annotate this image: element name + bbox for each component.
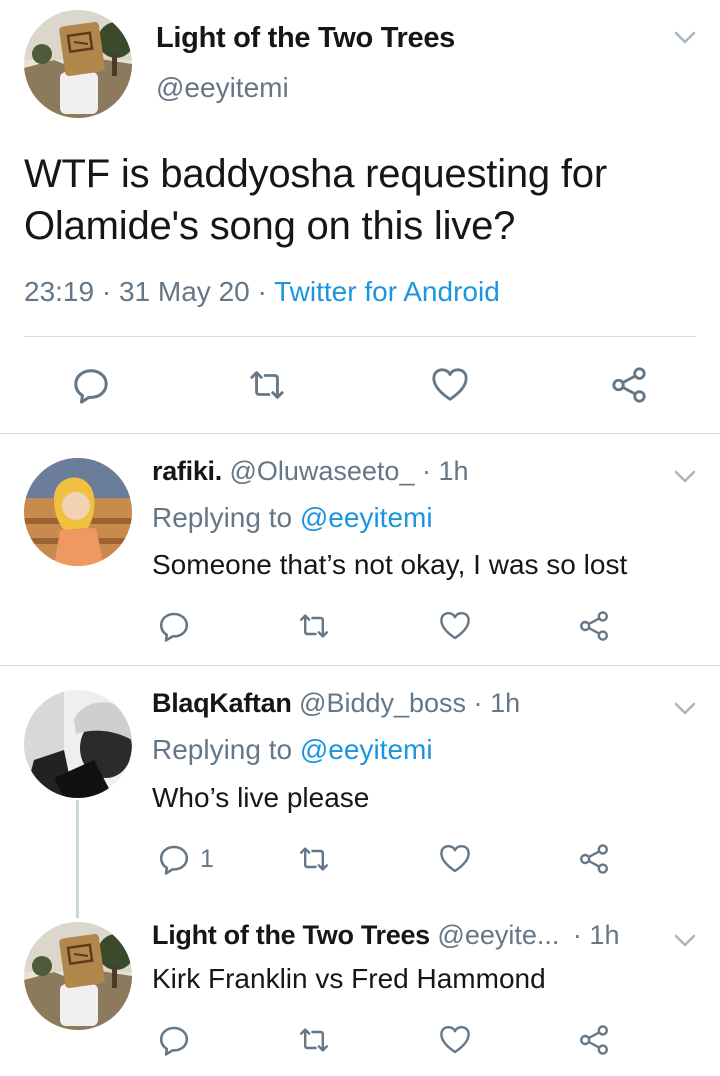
tweet-text: WTF is baddyosha requesting for Olamide'…: [24, 152, 607, 248]
separator: ·: [572, 920, 582, 950]
tweet-source-link[interactable]: Twitter for Android: [274, 276, 500, 307]
thread-connector: [76, 800, 79, 918]
heart-icon[interactable]: [430, 366, 470, 404]
retweet-icon[interactable]: [296, 610, 332, 642]
reply-time: 1h: [589, 920, 620, 950]
heart-icon[interactable]: [438, 843, 472, 875]
reply-header: rafiki. @Oluwaseeto_ · 1h: [152, 456, 469, 487]
author-name[interactable]: rafiki.: [152, 456, 222, 486]
reply-icon[interactable]: [158, 610, 190, 642]
share-icon[interactable]: [578, 1024, 610, 1056]
chevron-down-icon[interactable]: [674, 702, 696, 716]
reply-header: Light of the Two Trees @eeyite... · 1h: [152, 920, 619, 951]
retweet-icon[interactable]: [296, 843, 332, 875]
reply-text: Who’s live please: [152, 782, 370, 813]
divider: [0, 665, 720, 666]
avatar[interactable]: [24, 458, 132, 566]
author-handle[interactable]: @Biddy_boss: [299, 688, 466, 718]
author-name[interactable]: Light of the Two Trees: [156, 22, 455, 55]
reply-text: Kirk Franklin vs Fred Hammond: [152, 963, 546, 994]
heart-icon[interactable]: [438, 610, 472, 642]
retweet-icon[interactable]: [296, 1024, 332, 1056]
share-icon[interactable]: [578, 610, 610, 642]
divider: [24, 336, 696, 337]
separator: ·: [257, 276, 267, 307]
separator: ·: [473, 688, 483, 718]
tweet-meta: 23:19 · 31 May 20 · Twitter for Android: [24, 276, 500, 308]
author-name[interactable]: BlaqKaftan: [152, 688, 292, 718]
separator: ·: [101, 276, 112, 307]
reply-time: 1h: [490, 688, 521, 718]
tweet-time: 23:19: [24, 276, 95, 307]
replying-to-label: Replying to: [152, 502, 293, 533]
avatar[interactable]: [24, 10, 132, 118]
replying-to-label: Replying to: [152, 734, 293, 765]
author-handle[interactable]: @Oluwaseeto_: [229, 456, 414, 486]
share-icon[interactable]: [610, 366, 648, 404]
author-handle[interactable]: @eeyitemi: [156, 72, 289, 104]
reply-time: 1h: [438, 456, 469, 486]
chevron-down-icon[interactable]: [674, 934, 696, 948]
author-handle[interactable]: @eeyite...: [437, 920, 559, 950]
reply-icon[interactable]: [72, 366, 110, 404]
tweet-date: 31 May 20: [118, 276, 250, 307]
avatar[interactable]: [24, 690, 132, 798]
reply-header: BlaqKaftan @Biddy_boss · 1h: [152, 688, 520, 719]
separator: ·: [421, 456, 431, 486]
author-name[interactable]: Light of the Two Trees: [152, 920, 430, 950]
retweet-icon[interactable]: [246, 366, 288, 404]
divider: [0, 433, 720, 434]
replying-to-handle[interactable]: @eeyitemi: [300, 734, 433, 765]
share-icon[interactable]: [578, 843, 610, 875]
chevron-down-icon[interactable]: [674, 470, 696, 484]
reply-icon: [158, 843, 190, 875]
reply-icon[interactable]: [158, 1024, 190, 1056]
reply-text: Someone that’s not okay, I was so lost: [152, 549, 628, 580]
replying-to: Replying to @eeyitemi: [152, 734, 433, 766]
chevron-down-icon[interactable]: [674, 31, 696, 45]
heart-icon[interactable]: [438, 1024, 472, 1056]
avatar[interactable]: [24, 922, 132, 1030]
reply-count: 1: [200, 844, 214, 873]
replying-to: Replying to @eeyitemi: [152, 502, 433, 534]
reply-button[interactable]: 1: [158, 843, 214, 875]
replying-to-handle[interactable]: @eeyitemi: [300, 502, 433, 533]
